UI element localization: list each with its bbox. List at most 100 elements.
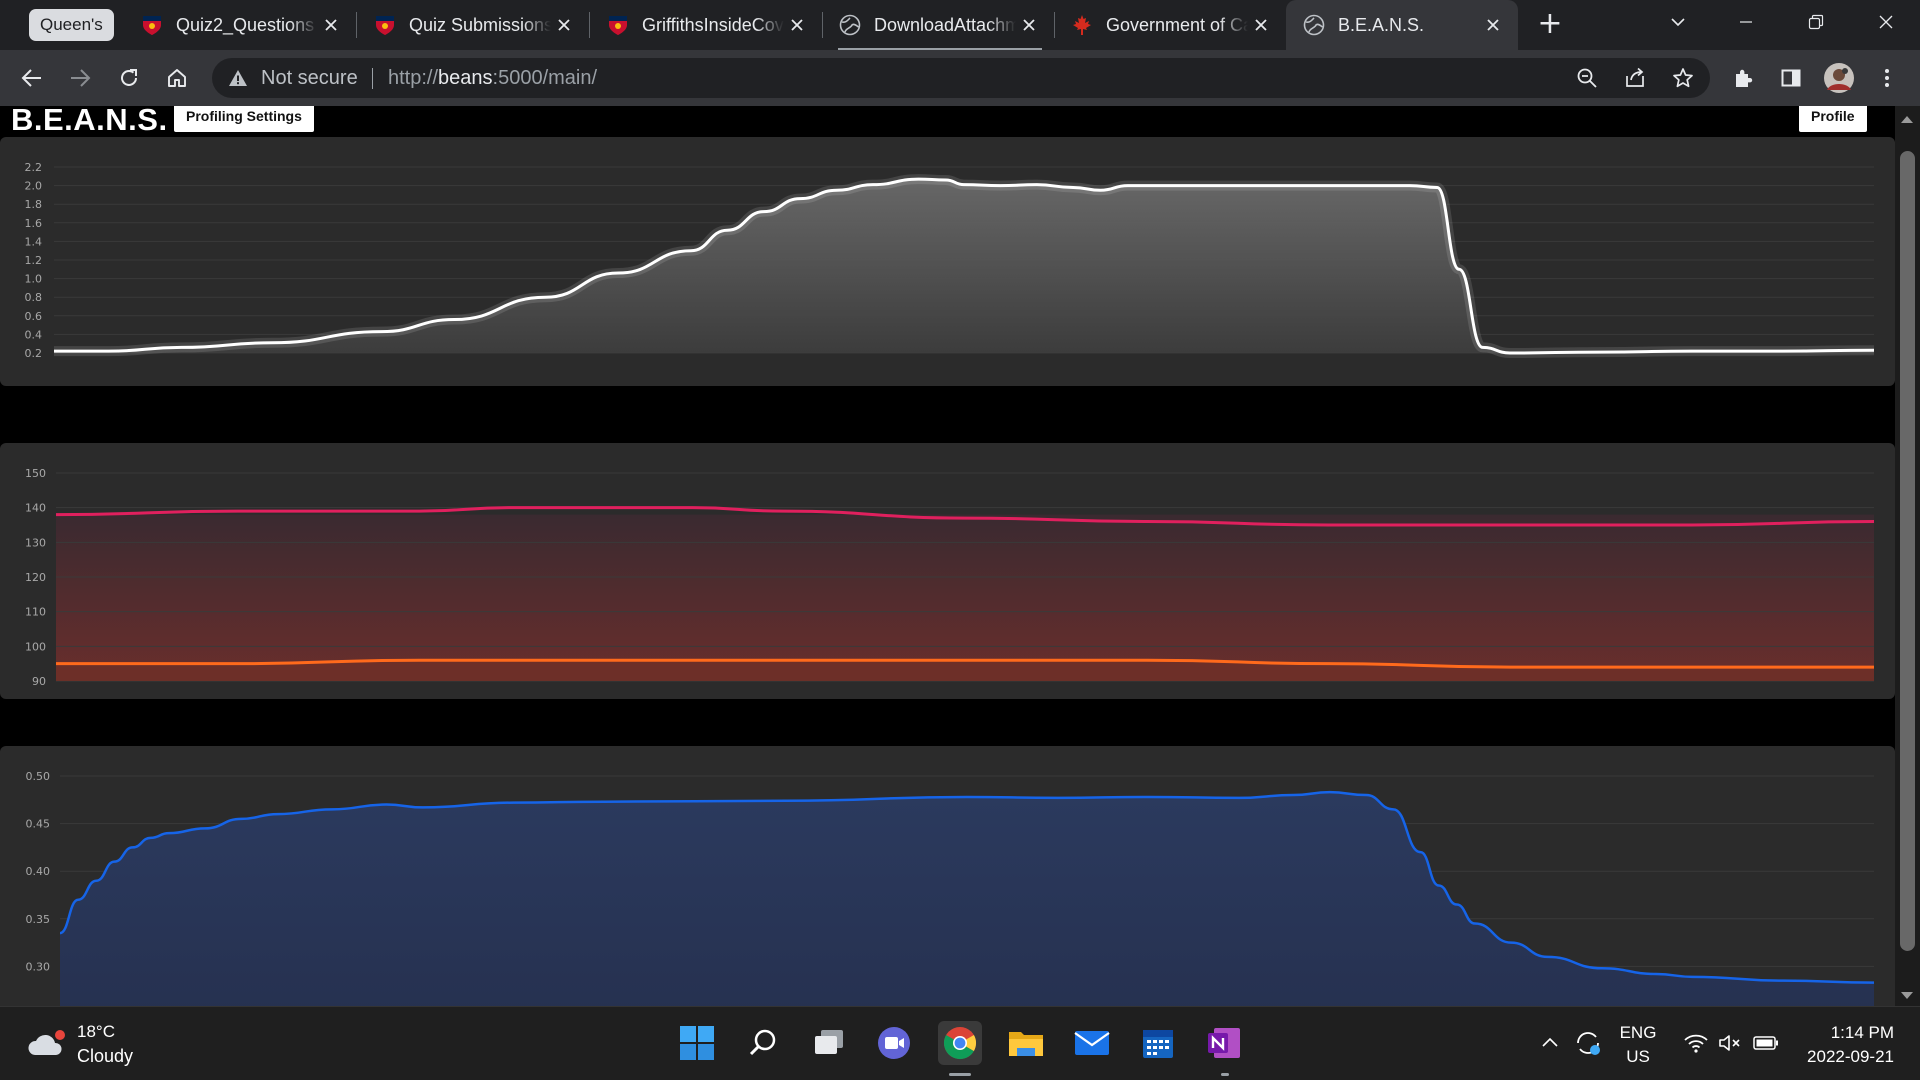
minimize-icon <box>1740 21 1752 23</box>
profiling-settings-button[interactable]: Profiling Settings <box>174 106 314 132</box>
browser-tab[interactable]: Quiz2_Questions <box>124 0 357 50</box>
share-icon <box>1626 67 1644 87</box>
tab-search-button[interactable] <box>1644 0 1712 44</box>
back-button[interactable] <box>15 61 49 95</box>
chart-area-fill <box>60 792 1874 1006</box>
y-tick-label: 0.35 <box>26 913 51 926</box>
url-path: :5000/main/ <box>492 67 598 89</box>
chrome-taskbar-button[interactable] <box>938 1021 982 1065</box>
tab-close-icon[interactable] <box>1248 12 1274 38</box>
chevron-down-icon <box>1671 18 1685 27</box>
tab-close-icon[interactable] <box>318 12 344 38</box>
warning-icon <box>229 70 247 86</box>
y-tick-label: 0.4 <box>25 328 43 341</box>
side-panel-icon <box>1781 69 1801 87</box>
onenote-icon <box>1208 1028 1240 1058</box>
y-tick-label: 0.40 <box>26 865 51 878</box>
security-status[interactable]: Not secure <box>261 58 358 98</box>
tab-close-icon[interactable] <box>784 12 810 38</box>
weather-temperature[interactable]: 18°C <box>77 1022 115 1042</box>
restore-icon <box>1808 14 1824 30</box>
y-tick-label: 1.0 <box>25 273 43 286</box>
browser-tab[interactable]: GriffithsInsideCover <box>590 0 823 50</box>
search-button[interactable] <box>741 1021 785 1065</box>
weather-condition[interactable]: Cloudy <box>77 1046 133 1067</box>
arrow-left-icon <box>21 69 41 87</box>
zoom-button[interactable] <box>1570 61 1604 95</box>
share-button[interactable] <box>1618 61 1652 95</box>
system-clock[interactable]: 1:14 PM 2022-09-21 <box>1807 1021 1894 1069</box>
forward-button[interactable] <box>63 61 97 95</box>
task-view-icon <box>815 1030 843 1054</box>
home-icon <box>168 69 186 87</box>
side-panel-button[interactable] <box>1774 61 1808 95</box>
language-indicator[interactable]: ENG US <box>1614 1021 1662 1069</box>
page-scrollbar[interactable] <box>1895 106 1920 1006</box>
reload-icon <box>121 69 137 86</box>
page-viewport: B.E.A.N.S. Profiling Settings Profile 2.… <box>0 106 1920 1006</box>
omnibox-divider <box>372 68 373 89</box>
task-view-button[interactable] <box>807 1021 851 1065</box>
mail-button[interactable] <box>1070 1021 1114 1065</box>
minimize-button[interactable] <box>1712 0 1780 44</box>
sync-status-button[interactable] <box>1566 1021 1610 1065</box>
queens-crest-icon <box>373 13 397 37</box>
file-explorer-button[interactable] <box>1004 1021 1048 1065</box>
chart-area-fill <box>54 179 1874 353</box>
profile-avatar[interactable] <box>1822 61 1856 95</box>
y-tick-label: 140 <box>25 502 46 515</box>
brand-logo: B.E.A.N.S. <box>11 106 168 137</box>
chart-panel-3: 0.500.450.400.350.300.25 <box>0 746 1895 1006</box>
y-tick-label: 1.2 <box>25 254 43 267</box>
clock-time: 1:14 PM <box>1830 1023 1894 1042</box>
chart-3: 0.500.450.400.350.300.25 <box>26 770 1875 1006</box>
more-vertical-icon <box>1885 69 1889 87</box>
y-tick-label: 110 <box>25 606 46 619</box>
folder-icon <box>1009 1032 1043 1056</box>
new-tab-button[interactable]: + <box>1533 8 1567 42</box>
browser-tab[interactable]: Quiz Submissions <box>357 0 590 50</box>
tab-title: Quiz2_Questions <box>176 14 315 35</box>
chart-panel-2: 150 140 130 120 110 100 90 <box>0 443 1895 699</box>
chart-2: 150 140 130 120 110 100 90 <box>25 467 1875 688</box>
browser-tab[interactable]: B.E.A.N.S. <box>1286 0 1518 50</box>
tab-title: B.E.A.N.S. <box>1338 14 1425 35</box>
calendar-button[interactable] <box>1136 1021 1180 1065</box>
search-icon <box>749 1029 776 1056</box>
bookmark-button[interactable] <box>1666 61 1700 95</box>
tab-close-icon[interactable] <box>1480 12 1506 38</box>
tab-close-icon[interactable] <box>1016 12 1042 38</box>
cloudy-weather-icon[interactable] <box>27 1027 67 1059</box>
close-window-button[interactable] <box>1852 0 1920 44</box>
browser-tab[interactable]: Government of Canada <box>1054 0 1286 50</box>
y-tick-label: 0.8 <box>25 291 43 304</box>
start-button[interactable] <box>675 1021 719 1065</box>
y-tick-label: 0.50 <box>26 770 51 783</box>
url-scheme: http:// <box>388 67 439 89</box>
scroll-down-arrow[interactable] <box>1901 992 1913 999</box>
browser-menu-button[interactable] <box>1870 61 1904 95</box>
tab-strip: Queen's Quiz2_Questions Quiz Submissions G… <box>0 0 1920 50</box>
address-bar[interactable]: Not secure http://beans:5000/main/ <box>212 58 1710 98</box>
tab-close-icon[interactable] <box>551 12 577 38</box>
battery-button[interactable] <box>1742 1021 1790 1065</box>
y-tick-label: 100 <box>25 640 46 653</box>
clock-date: 2022-09-21 <box>1807 1047 1894 1066</box>
profile-button[interactable]: Profile <box>1799 106 1867 132</box>
url-text[interactable]: http://beans:5000/main/ <box>388 58 597 98</box>
star-icon <box>1673 68 1693 88</box>
teams-chat-button[interactable] <box>872 1021 916 1065</box>
home-button[interactable] <box>160 61 194 95</box>
onenote-button[interactable] <box>1202 1021 1246 1065</box>
scroll-up-arrow[interactable] <box>1901 116 1913 123</box>
browser-toolbar: Not secure http://beans:5000/main/ <box>0 50 1920 106</box>
y-tick-label: 2.0 <box>25 180 43 193</box>
chart-1: 2.2 2.0 1.8 1.6 1.4 1.2 1.0 0.8 0.6 0.4 0.2 <box>25 161 1875 360</box>
scrollbar-thumb[interactable] <box>1900 151 1915 951</box>
browser-tab[interactable]: DownloadAttachment <box>822 0 1055 50</box>
chart-area-fill <box>56 514 1874 681</box>
reload-button[interactable] <box>112 61 146 95</box>
tab-group-label[interactable]: Queen's <box>29 9 114 41</box>
restore-button[interactable] <box>1782 0 1850 44</box>
extensions-button[interactable] <box>1726 61 1760 95</box>
